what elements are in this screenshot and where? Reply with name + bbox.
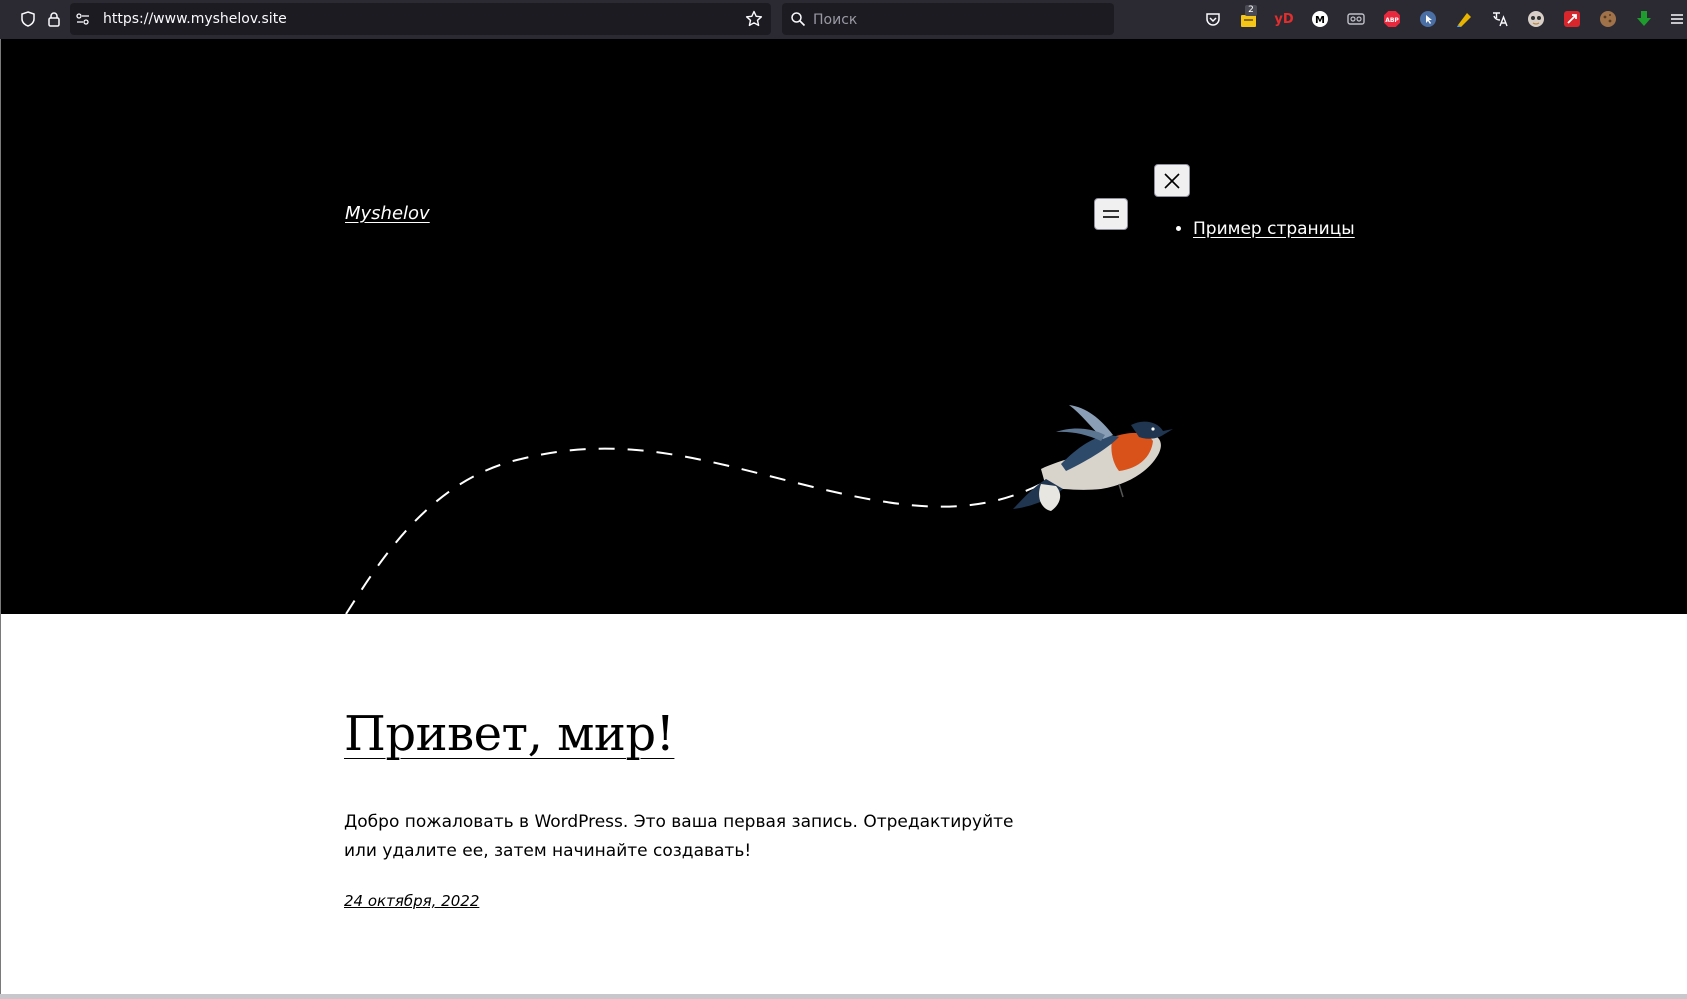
post-excerpt: Добро пожаловать в WordPress. Это ваша п… <box>344 812 1014 861</box>
menu-icon[interactable] <box>1667 9 1687 29</box>
search-bar[interactable]: Поиск <box>782 3 1114 35</box>
cookie-icon[interactable] <box>1598 9 1618 29</box>
permissions-icon[interactable] <box>72 8 94 30</box>
post-date-link[interactable]: 24 октября, 2022 <box>344 892 479 910</box>
translate-icon[interactable] <box>1490 9 1510 29</box>
horizontal-scrollbar[interactable] <box>0 994 1687 999</box>
adblock-icon[interactable]: ABP <box>1382 9 1402 29</box>
bookmark-star-icon[interactable] <box>743 8 765 30</box>
adblock-label: ABP <box>1385 17 1399 24</box>
highlighter-icon[interactable] <box>1454 9 1474 29</box>
face-extension-icon[interactable] <box>1526 9 1546 29</box>
nav-link-sample-page[interactable]: Пример страницы <box>1193 219 1355 239</box>
site-title-link[interactable]: Myshelov <box>345 203 430 224</box>
hamburger-icon <box>1103 210 1119 218</box>
m-extension-icon[interactable]: M <box>1310 9 1330 29</box>
close-menu-button[interactable] <box>1154 164 1190 197</box>
site-header: Myshelov Пример страницы <box>1 39 1687 614</box>
nav-item: Пример страницы <box>1193 219 1355 239</box>
window-left-border <box>0 39 1 994</box>
browser-toolbar: https://www.myshelov.site Поиск 2 yD M A… <box>0 0 1687 39</box>
reader-icon[interactable] <box>1346 9 1366 29</box>
cursor-extension-icon[interactable] <box>1418 9 1438 29</box>
flight-path-illustration <box>345 405 1173 614</box>
pocket-icon[interactable] <box>1203 9 1223 29</box>
download-green-icon[interactable] <box>1634 9 1654 29</box>
url-text[interactable]: https://www.myshelov.site <box>103 11 287 27</box>
yandex-icon[interactable]: yD <box>1274 9 1294 29</box>
m-extension-label: M <box>1315 15 1325 26</box>
search-icon <box>787 8 809 30</box>
post-title-link[interactable]: Привет, мир! <box>344 706 675 762</box>
search-placeholder: Поиск <box>813 12 858 28</box>
primary-navigation: Пример страницы <box>1163 219 1355 239</box>
shield-icon[interactable] <box>17 8 39 30</box>
url-bar[interactable]: https://www.myshelov.site <box>70 3 771 35</box>
bird-illustration <box>1013 405 1173 511</box>
open-menu-button[interactable] <box>1094 198 1128 230</box>
extension-badge-count: 2 <box>1245 5 1257 16</box>
red-extension-icon[interactable] <box>1562 9 1582 29</box>
lock-icon[interactable] <box>43 8 65 30</box>
main-content: Привет, мир! Добро пожаловать в WordPres… <box>0 614 1687 994</box>
close-icon <box>1164 172 1180 189</box>
